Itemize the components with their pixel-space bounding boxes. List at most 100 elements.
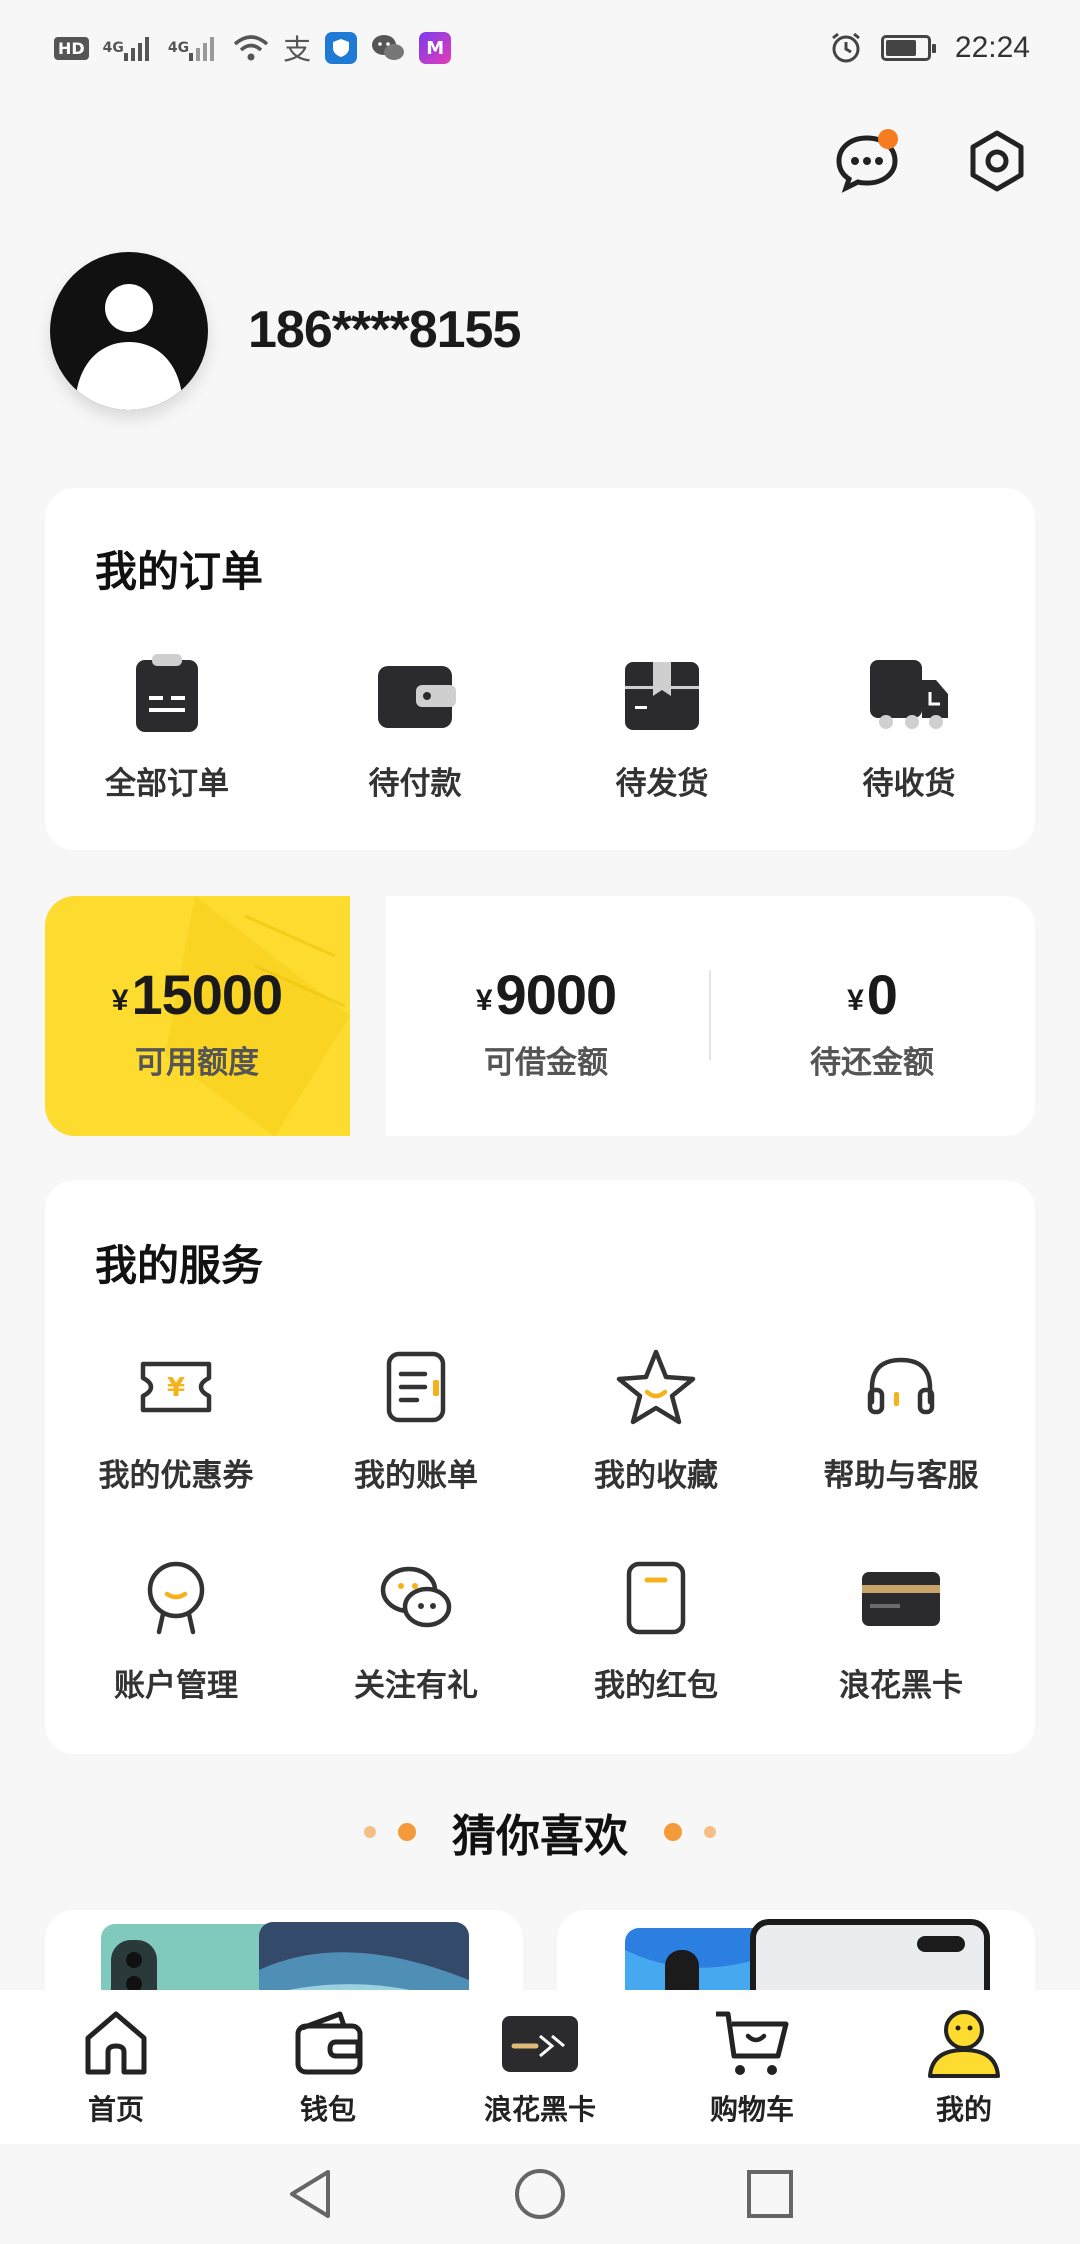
decor-dot — [398, 1823, 416, 1841]
available-credit-panel[interactable]: ¥15000 可用额度 — [45, 896, 350, 1136]
orders-card: 我的订单 全部订单 待付款 待发货 待收货 — [45, 488, 1035, 850]
signal-icon: 4G — [103, 35, 154, 61]
home-circle-icon[interactable] — [512, 2166, 568, 2222]
clock: 22:24 — [954, 31, 1030, 64]
wallet-tab-icon — [295, 2011, 363, 2075]
shield-app-icon — [325, 32, 358, 64]
tab-wallet-label: 钱包 — [299, 2093, 356, 2126]
tab-black-card[interactable]: 浪花黑卡 — [440, 1990, 640, 2144]
services-title: 我的服务 — [95, 1241, 264, 1290]
service-bills-label: 我的账单 — [354, 1458, 478, 1494]
tab-black-card-label: 浪花黑卡 — [483, 2093, 596, 2126]
order-pending-payment[interactable]: 待付款 — [315, 650, 515, 803]
service-black-card-label: 浪花黑卡 — [839, 1668, 963, 1704]
service-follow-label: 关注有礼 — [354, 1668, 478, 1704]
order-all-label: 全部订单 — [105, 766, 229, 802]
decor-dot — [704, 1826, 716, 1838]
battery-icon — [880, 35, 936, 61]
order-pending-shipment[interactable]: 待发货 — [562, 650, 762, 803]
service-coupons[interactable]: ¥ 我的优惠券 — [81, 1342, 271, 1495]
phone-number[interactable]: 186****8155 — [248, 300, 521, 360]
m-app-icon: M — [419, 32, 452, 64]
hd-indicator: HD — [54, 36, 89, 60]
recents-icon[interactable] — [744, 2166, 796, 2222]
currency-symbol: ¥ — [111, 984, 129, 1017]
borrowable-amount[interactable]: ¥9000 可借金额 — [416, 962, 676, 1082]
service-black-card[interactable]: 浪花黑卡 — [801, 1552, 1001, 1705]
settings-button[interactable] — [962, 126, 1032, 196]
black-card-tab-icon — [502, 2016, 578, 2072]
available-credit: ¥15000 可用额度 — [67, 962, 327, 1082]
recommend-header: 猜你喜欢 — [0, 1800, 1080, 1864]
account-icon — [147, 1561, 205, 1635]
decor-dot — [364, 1826, 376, 1838]
alipay-icon: 支 — [283, 33, 312, 66]
service-favorites[interactable]: 我的收藏 — [561, 1342, 751, 1495]
message-bubble-icon — [836, 129, 898, 193]
network-type-label: 4G — [102, 40, 124, 56]
status-left: HD 4G 4G 支 M — [54, 28, 452, 68]
currency-symbol: ¥ — [475, 984, 493, 1017]
messages-button[interactable] — [832, 126, 902, 196]
box-icon — [625, 662, 699, 730]
coupon-icon: ¥ — [140, 1361, 212, 1413]
black-card-icon — [862, 1572, 940, 1626]
service-help[interactable]: 帮助与客服 — [801, 1342, 1001, 1495]
network-type-label-2: 4G — [167, 40, 190, 56]
cart-icon — [716, 2011, 789, 2075]
tab-cart[interactable]: 购物车 — [652, 1990, 852, 2144]
avatar[interactable] — [50, 252, 208, 410]
service-bills[interactable]: 我的账单 — [321, 1342, 511, 1495]
tab-cart-label: 购物车 — [709, 2093, 794, 2126]
service-follow[interactable]: 关注有礼 — [321, 1552, 511, 1705]
wechat-icon — [372, 35, 405, 60]
service-red-packet[interactable]: 我的红包 — [561, 1552, 751, 1705]
currency-symbol: ¥ — [847, 984, 864, 1017]
order-pending-shipment-label: 待发货 — [615, 766, 709, 802]
tab-wallet[interactable]: 钱包 — [228, 1990, 428, 2144]
star-icon — [616, 1349, 696, 1425]
service-red-packet-label: 我的红包 — [594, 1668, 718, 1704]
repay-label: 待还金额 — [810, 1045, 934, 1081]
status-right: 22:24 — [829, 31, 1030, 65]
service-coupons-label: 我的优惠券 — [98, 1458, 254, 1494]
recommend-title: 猜你喜欢 — [452, 1811, 628, 1862]
svg-text:¥: ¥ — [167, 1373, 185, 1403]
repay-amount[interactable]: ¥0 待还金额 — [742, 962, 1002, 1082]
headset-icon — [867, 1357, 935, 1415]
settings-hexagon-icon — [970, 130, 1024, 192]
bottom-tab-bar: 首页 钱包 浪花黑卡 购物车 我的 — [0, 1990, 1080, 2144]
service-account[interactable]: 账户管理 — [81, 1552, 271, 1705]
tab-home[interactable]: 首页 — [16, 1990, 216, 2144]
home-icon — [85, 2011, 147, 2075]
back-icon[interactable] — [284, 2166, 336, 2222]
order-pending-payment-label: 待付款 — [368, 766, 462, 802]
profile-tab-icon — [928, 2010, 1000, 2078]
chat-bubbles-icon — [380, 1566, 452, 1628]
wifi-icon — [233, 35, 269, 61]
status-bar: HD 4G 4G 支 M 22:24 — [0, 0, 1080, 96]
bill-icon — [386, 1351, 446, 1423]
tab-profile[interactable]: 我的 — [864, 1990, 1064, 2144]
services-card: 我的服务 ¥ 我的优惠券 我的账单 我的收藏 帮助与客服 账户管理 关注有礼 我… — [45, 1180, 1035, 1754]
available-credit-value: 15000 — [131, 963, 283, 1026]
notification-dot — [878, 129, 898, 149]
order-pending-receipt[interactable]: 待收货 — [809, 650, 1009, 803]
order-pending-receipt-label: 待收货 — [862, 766, 956, 802]
user-silhouette-icon — [75, 284, 183, 410]
service-account-label: 账户管理 — [114, 1668, 238, 1704]
orders-title: 我的订单 — [95, 547, 264, 596]
available-credit-label: 可用额度 — [135, 1045, 259, 1081]
order-all[interactable]: 全部订单 — [67, 650, 267, 803]
repay-value: 0 — [866, 963, 898, 1026]
borrowable-value: 9000 — [495, 963, 618, 1026]
truck-icon — [870, 660, 948, 729]
borrowable-label: 可借金额 — [484, 1045, 608, 1081]
decor-dot — [664, 1823, 682, 1841]
tab-home-label: 首页 — [87, 2093, 144, 2126]
wallet-icon — [378, 666, 456, 728]
tab-profile-label: 我的 — [935, 2093, 992, 2126]
alarm-icon — [831, 32, 860, 63]
signal-icon-2: 4G — [168, 35, 219, 61]
service-help-label: 帮助与客服 — [823, 1458, 979, 1494]
